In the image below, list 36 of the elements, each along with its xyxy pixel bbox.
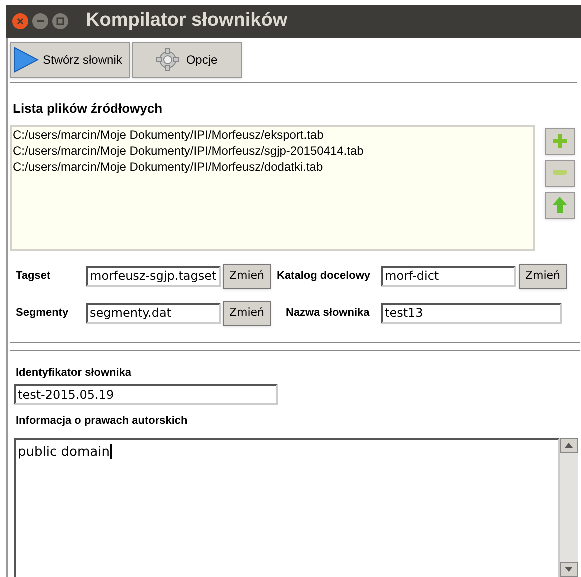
text-field[interactable]: morf-dict [381,266,516,286]
create-button[interactable]: Stwórz słownik [10,42,130,78]
identifier-field[interactable]: test-2015.05.19 [14,384,278,405]
field-label: Tagset [16,268,52,284]
window-title: Kompilator słowników [86,9,288,34]
minus-icon [552,170,568,176]
file-path[interactable]: C:/users/marcin/Moje Dokumenty/IPI/Morfeusz/sgjp-20150414.tab [13,142,532,158]
change-button[interactable]: Zmień [223,300,271,326]
scroll-up-icon[interactable] [560,438,578,452]
field-label: Katalog docelowy [277,268,372,284]
close-icon[interactable] [12,13,29,30]
file-list[interactable]: C:/users/marcin/Moje Dokumenty/IPI/Morfeusz/eksport.tab C:/users/marcin/Moje Dokumenty/IPI/Morfeusz/sgjp-20150414.tab C:/users/marcin/Moje Dokumenty/IPI/Morfeusz/dodatki.tab [10,124,535,250]
field-label: Nazwa słownika [286,306,371,321]
section-heading: Lista plików źródłowych [13,100,164,118]
file-path[interactable]: C:/users/marcin/Moje Dokumenty/IPI/Morfeusz/eksport.tab [13,126,532,142]
remove-button[interactable] [545,160,575,186]
scroll-bar[interactable] [560,438,578,577]
change-button[interactable]: Zmień [223,264,271,288]
file-path[interactable]: C:/users/marcin/Moje Dokumenty/IPI/Morfeusz/dodatki.tab [13,158,532,174]
change-button[interactable]: Zmień [519,264,567,288]
text-field[interactable]: test13 [381,302,562,324]
move-up-button[interactable] [545,192,575,218]
text-field[interactable]: segmenty.dat [86,302,221,324]
field-label: Identyfikator słownika [16,366,133,380]
field-label: Informacja o prawach autorskich [16,414,189,429]
add-button[interactable] [545,128,575,154]
gear-icon [156,48,180,72]
minimize-icon[interactable] [32,13,49,30]
text-field[interactable]: morfeusz-sgjp.tagset [86,266,221,286]
options-button[interactable]: Opcje [132,42,242,78]
up-arrow-icon [552,196,568,214]
field-label: Segmenty [16,306,70,321]
maximize-icon[interactable] [52,13,69,30]
play-icon [13,47,39,73]
plus-icon [552,133,568,149]
scroll-down-icon[interactable] [560,562,578,577]
